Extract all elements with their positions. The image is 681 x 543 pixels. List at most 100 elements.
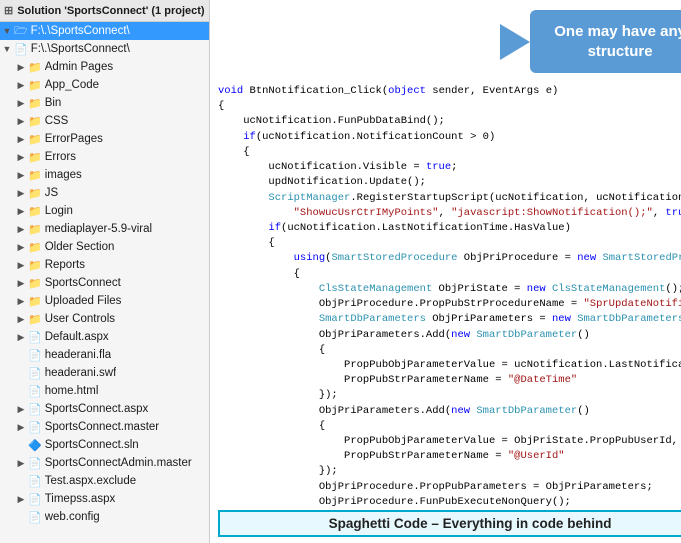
tree-item-usercontrols[interactable]: ▶📁User Controls — [0, 310, 209, 328]
tree-item-images[interactable]: ▶📁images — [0, 166, 209, 184]
tree-item-root[interactable]: ▼📄F:\.\SportsConnect\ — [0, 40, 209, 58]
banner-text: Spaghetti Code – Everything in code behi… — [329, 516, 612, 531]
tree-item-testexclude[interactable]: 📄Test.aspx.exclude — [0, 472, 209, 490]
tree-item-oldersection[interactable]: ▶📁Older Section — [0, 238, 209, 256]
label-css: CSS — [45, 115, 69, 127]
toggle-reports: ▶ — [14, 260, 28, 271]
label-admin: Admin Pages — [45, 61, 113, 73]
file-icon-headerswf: 📄 — [28, 367, 42, 380]
file-icon-css: 📁 — [28, 115, 42, 128]
file-icon-root: 📄 — [14, 43, 28, 56]
label-testexclude: Test.aspx.exclude — [45, 475, 136, 487]
label-js: JS — [45, 187, 58, 199]
solution-explorer: ⊞ Solution 'SportsConnect' (1 project) ▼… — [0, 0, 210, 543]
tree-item-defaultaspx[interactable]: ▶📄Default.aspx — [0, 328, 209, 346]
toggle-defaultaspx: ▶ — [14, 332, 28, 343]
file-icon-reports: 📁 — [28, 259, 42, 272]
tree-item-headerfla[interactable]: 📄headerani.fla — [0, 346, 209, 364]
label-root: F:\.\SportsConnect\ — [31, 43, 130, 55]
callout-text: One may have anystructure — [554, 23, 681, 60]
tree-item-appcode[interactable]: ▶📁App_Code — [0, 76, 209, 94]
tree-item-headerswf[interactable]: 📄headerani.swf — [0, 364, 209, 382]
label-scaspx: SportsConnect.aspx — [45, 403, 149, 415]
tree-container: ▼📄F:\.\SportsConnect\▶📁Admin Pages▶📁App_… — [0, 40, 209, 526]
callout-bubble: One may have anystructure — [530, 10, 681, 73]
bottom-banner: Spaghetti Code – Everything in code behi… — [218, 510, 681, 537]
label-login: Login — [45, 205, 73, 217]
tree-item-webconfig[interactable]: 📄web.config — [0, 508, 209, 526]
label-defaultaspx: Default.aspx — [45, 331, 109, 343]
file-icon-appcode: 📁 — [28, 79, 42, 92]
right-panel: One may have anystructure void BtnNotifi… — [210, 0, 681, 543]
label-appcode: App_Code — [45, 79, 99, 91]
file-icon-defaultaspx: 📄 — [28, 331, 42, 344]
tree-item-errors[interactable]: ▶📁Errors — [0, 148, 209, 166]
root-label: F:\.\SportsConnect\ — [31, 25, 130, 37]
label-mediaplayer: mediaplayer-5.9-viral — [45, 223, 152, 235]
tree-item-errorpages[interactable]: ▶📁ErrorPages — [0, 130, 209, 148]
toggle-uploaded: ▶ — [14, 296, 28, 307]
solution-header: ⊞ Solution 'SportsConnect' (1 project) — [0, 0, 209, 22]
label-errors: Errors — [45, 151, 76, 163]
tree-item-js[interactable]: ▶📁JS — [0, 184, 209, 202]
toggle-sportsconnect: ▶ — [14, 278, 28, 289]
tree-item-admin[interactable]: ▶📁Admin Pages — [0, 58, 209, 76]
label-timepss: Timepss.aspx — [45, 493, 116, 505]
label-scsln: SportsConnect.sln — [45, 439, 139, 451]
tree-item-css[interactable]: ▶📁CSS — [0, 112, 209, 130]
tree-item-scmaster[interactable]: ▶📄SportsConnect.master — [0, 418, 209, 436]
file-icon-webconfig: 📄 — [28, 511, 42, 524]
tree-item-sportsconnect[interactable]: ▶📁SportsConnect — [0, 274, 209, 292]
label-images: images — [45, 169, 82, 181]
toggle-mediaplayer: ▶ — [14, 224, 28, 235]
tree-item-bin[interactable]: ▶📁Bin — [0, 94, 209, 112]
file-icon-uploaded: 📁 — [28, 295, 42, 308]
tree-root[interactable]: ▼ 🗁 F:\.\SportsConnect\ — [0, 22, 209, 40]
label-headerswf: headerani.swf — [45, 367, 117, 379]
tree-item-login[interactable]: ▶📁Login — [0, 202, 209, 220]
file-icon-scadminmaster: 📄 — [28, 457, 42, 470]
label-scadminmaster: SportsConnectAdmin.master — [45, 457, 192, 469]
file-icon-testexclude: 📄 — [28, 475, 42, 488]
toggle-errors: ▶ — [14, 152, 28, 163]
file-icon-homehtml: 📄 — [28, 385, 42, 398]
tree-item-mediaplayer[interactable]: ▶📁mediaplayer-5.9-viral — [0, 220, 209, 238]
file-icon-usercontrols: 📁 — [28, 313, 42, 326]
file-icon-js: 📁 — [28, 187, 42, 200]
code-area[interactable]: void BtnNotification_Click(object sender… — [210, 80, 681, 506]
toggle-usercontrols: ▶ — [14, 314, 28, 325]
toggle-scmaster: ▶ — [14, 422, 28, 433]
toggle-css: ▶ — [14, 116, 28, 127]
callout-container: One may have anystructure — [500, 10, 681, 73]
file-icon-login: 📁 — [28, 205, 42, 218]
label-uploaded: Uploaded Files — [45, 295, 122, 307]
file-icon-scsln: 🔷 — [28, 439, 42, 452]
folder-icon: 🗁 — [14, 22, 28, 41]
tree-item-homehtml[interactable]: 📄home.html — [0, 382, 209, 400]
file-icon-scmaster: 📄 — [28, 421, 42, 434]
label-reports: Reports — [45, 259, 85, 271]
tree-item-uploaded[interactable]: ▶📁Uploaded Files — [0, 292, 209, 310]
toggle-bin: ▶ — [14, 98, 28, 109]
tree-item-timepss[interactable]: ▶📄Timepss.aspx — [0, 490, 209, 508]
tree-item-scadminmaster[interactable]: ▶📄SportsConnectAdmin.master — [0, 454, 209, 472]
toggle-root: ▼ — [0, 26, 14, 36]
label-scmaster: SportsConnect.master — [45, 421, 159, 433]
toggle-images: ▶ — [14, 170, 28, 181]
label-homehtml: home.html — [45, 385, 99, 397]
label-webconfig: web.config — [45, 511, 100, 523]
file-icon-mediaplayer: 📁 — [28, 223, 42, 236]
label-usercontrols: User Controls — [45, 313, 115, 325]
toggle-scaspx: ▶ — [14, 404, 28, 415]
toggle-root: ▼ — [0, 44, 14, 54]
tree-item-scaspx[interactable]: ▶📄SportsConnect.aspx — [0, 400, 209, 418]
file-icon-admin: 📁 — [28, 61, 42, 74]
tree-item-scsln[interactable]: 🔷SportsConnect.sln — [0, 436, 209, 454]
toggle-scadminmaster: ▶ — [14, 458, 28, 469]
label-sportsconnect: SportsConnect — [45, 277, 121, 289]
label-bin: Bin — [45, 97, 62, 109]
tree-item-reports[interactable]: ▶📁Reports — [0, 256, 209, 274]
label-errorpages: ErrorPages — [45, 133, 103, 145]
toggle-login: ▶ — [14, 206, 28, 217]
file-icon-bin: 📁 — [28, 97, 42, 110]
